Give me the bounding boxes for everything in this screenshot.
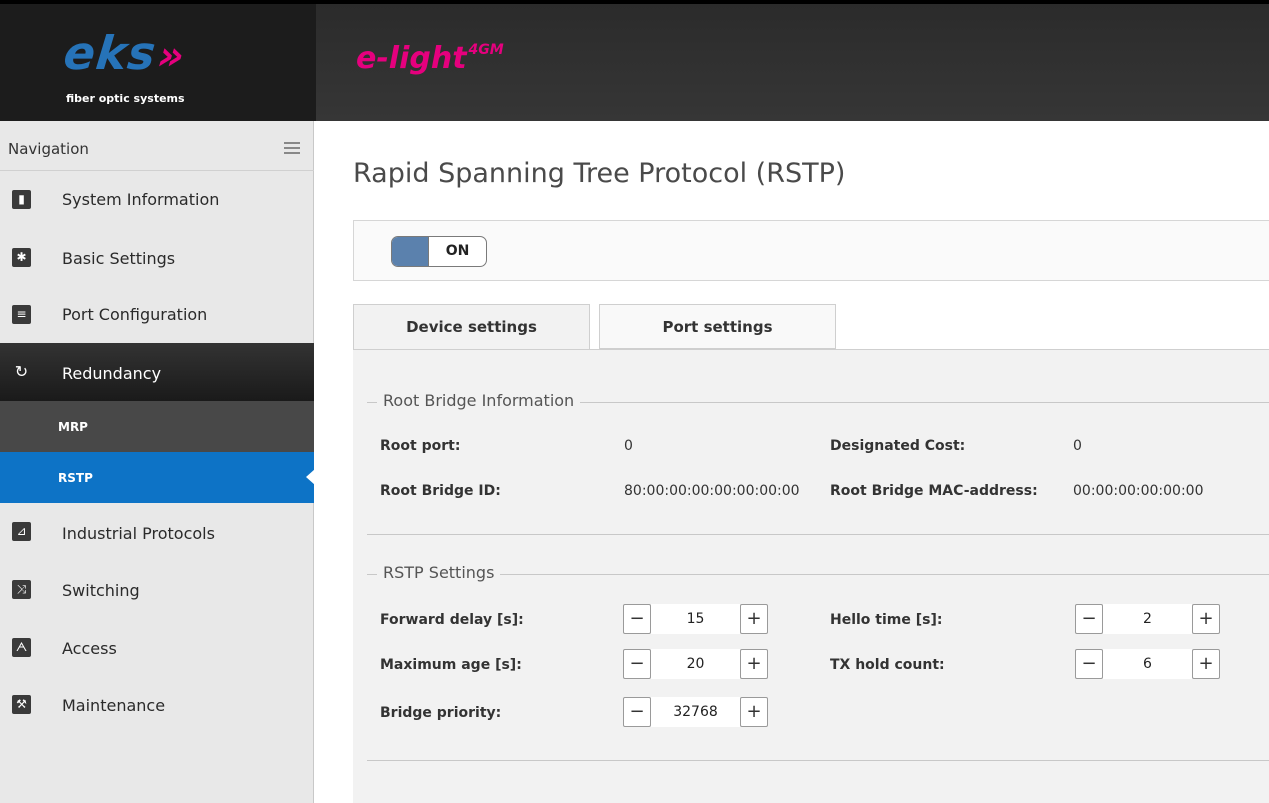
bridge-priority-input[interactable]: 32768 [651,697,740,727]
sidebar-item-switching[interactable]: ⤨ Switching [0,561,314,619]
eks-logo: eks» [61,26,188,80]
brand-area: eks» fiber optic systems [0,4,316,121]
max-age-input[interactable]: 20 [651,649,740,679]
lock-icon: ᗅ [12,638,31,657]
tx-hold-count-stepper: − 6 + [1075,649,1220,679]
header-bar: e-light 4GM [316,4,1269,121]
hello-time-input[interactable]: 2 [1103,604,1192,634]
designated-cost-value: 0 [1073,438,1082,454]
tx-hold-count-increment-button[interactable]: + [1192,649,1220,679]
tab-port-settings[interactable]: Port settings [599,304,836,349]
page-title: Rapid Spanning Tree Protocol (RSTP) [353,158,846,189]
sidebar-item-industrial-protocols[interactable]: ⊿ Industrial Protocols [0,503,314,561]
protocol-icon: ⊿ [12,522,31,541]
designated-cost-label: Designated Cost: [830,438,966,454]
selected-indicator [306,469,315,485]
toggle-state-label: ON [428,237,486,266]
root-port-label: Root port: [380,438,461,454]
bridge-priority-stepper: − 32768 + [623,697,768,727]
sidebar-item-basic-settings[interactable]: ✱ Basic Settings [0,229,314,287]
chart-icon: ▮ [12,190,31,209]
max-age-label: Maximum age [s]: [380,657,522,673]
product-logo: e-light 4GM [356,41,504,76]
sidebar-subitem-rstp[interactable]: RSTP [0,452,315,503]
rstp-enable-toggle[interactable]: ON [391,236,487,267]
root-bridge-legend: Root Bridge Information [377,391,581,410]
root-bridge-mac-value: 00:00:00:00:00:00 [1073,483,1204,499]
tx-hold-count-label: TX hold count: [830,657,945,673]
redundancy-icon: ↻ [14,362,29,381]
sidebar-subitem-label: MRP [58,420,88,434]
hello-time-label: Hello time [s]: [830,612,943,628]
root-bridge-id-value: 80:00:00:00:00:00:00:00 [624,483,800,499]
sidebar-item-port-configuration[interactable]: ≡ Port Configuration [0,287,314,345]
bridge-priority-label: Bridge priority: [380,705,502,721]
forward-delay-stepper: − 15 + [623,604,768,634]
hello-time-increment-button[interactable]: + [1192,604,1220,634]
rstp-settings-fieldset: RSTP Settings [367,563,1269,582]
tab-device-settings[interactable]: Device settings [353,304,590,350]
sidebar-item-label: Port Configuration [62,305,208,324]
sidebar-item-system-information[interactable]: ▮ System Information [0,171,314,229]
toggle-bar: ON [353,220,1269,281]
shuffle-icon: ⤨ [12,580,31,599]
rstp-settings-legend: RSTP Settings [377,563,501,582]
brand-subtitle: fiber optic systems [66,92,185,105]
sidebar-item-label: Basic Settings [62,249,176,268]
root-bridge-mac-label: Root Bridge MAC-address: [830,483,1038,499]
sidebar-item-label: Switching [62,581,140,600]
toggle-knob[interactable] [392,237,428,266]
sidebar-subitem-mrp[interactable]: MRP [0,401,314,452]
navigation-header: Navigation [0,121,314,171]
sidebar: Navigation ▮ System Information ✱ Basic … [0,121,315,803]
forward-delay-increment-button[interactable]: + [740,604,768,634]
bridge-priority-increment-button[interactable]: + [740,697,768,727]
sidebar-item-label: Industrial Protocols [62,524,215,543]
section-divider [367,760,1269,761]
sidebar-item-redundancy[interactable]: ↻ Redundancy [0,343,314,401]
forward-delay-input[interactable]: 15 [651,604,740,634]
sidebar-item-label: System Information [62,190,220,209]
hello-time-decrement-button[interactable]: − [1075,604,1103,634]
max-age-stepper: − 20 + [623,649,768,679]
sidebar-item-access[interactable]: ᗅ Access [0,619,314,677]
root-bridge-fieldset: Root Bridge Information [367,391,1269,410]
forward-delay-label: Forward delay [s]: [380,612,524,628]
bridge-priority-decrement-button[interactable]: − [623,697,651,727]
sidebar-item-label: Redundancy [62,364,162,383]
section-divider [367,534,1269,535]
sidebar-subitem-label: RSTP [58,471,93,485]
sidebar-item-maintenance[interactable]: ⚒ Maintenance [0,677,314,735]
tx-hold-count-decrement-button[interactable]: − [1075,649,1103,679]
navigation-title: Navigation [8,140,89,158]
tx-hold-count-input[interactable]: 6 [1103,649,1192,679]
sidebar-item-label: Maintenance [62,696,166,715]
hamburger-icon[interactable] [284,142,300,154]
root-bridge-id-label: Root Bridge ID: [380,483,501,499]
root-port-value: 0 [624,438,633,454]
max-age-increment-button[interactable]: + [740,649,768,679]
gear-icon: ✱ [12,248,31,267]
port-icon: ≡ [12,305,31,324]
forward-delay-decrement-button[interactable]: − [623,604,651,634]
max-age-decrement-button[interactable]: − [623,649,651,679]
hello-time-stepper: − 2 + [1075,604,1220,634]
device-settings-panel: Root Bridge Information Root port: 0 Des… [353,349,1269,803]
sidebar-item-label: Access [62,639,117,658]
wrench-icon: ⚒ [12,695,31,714]
